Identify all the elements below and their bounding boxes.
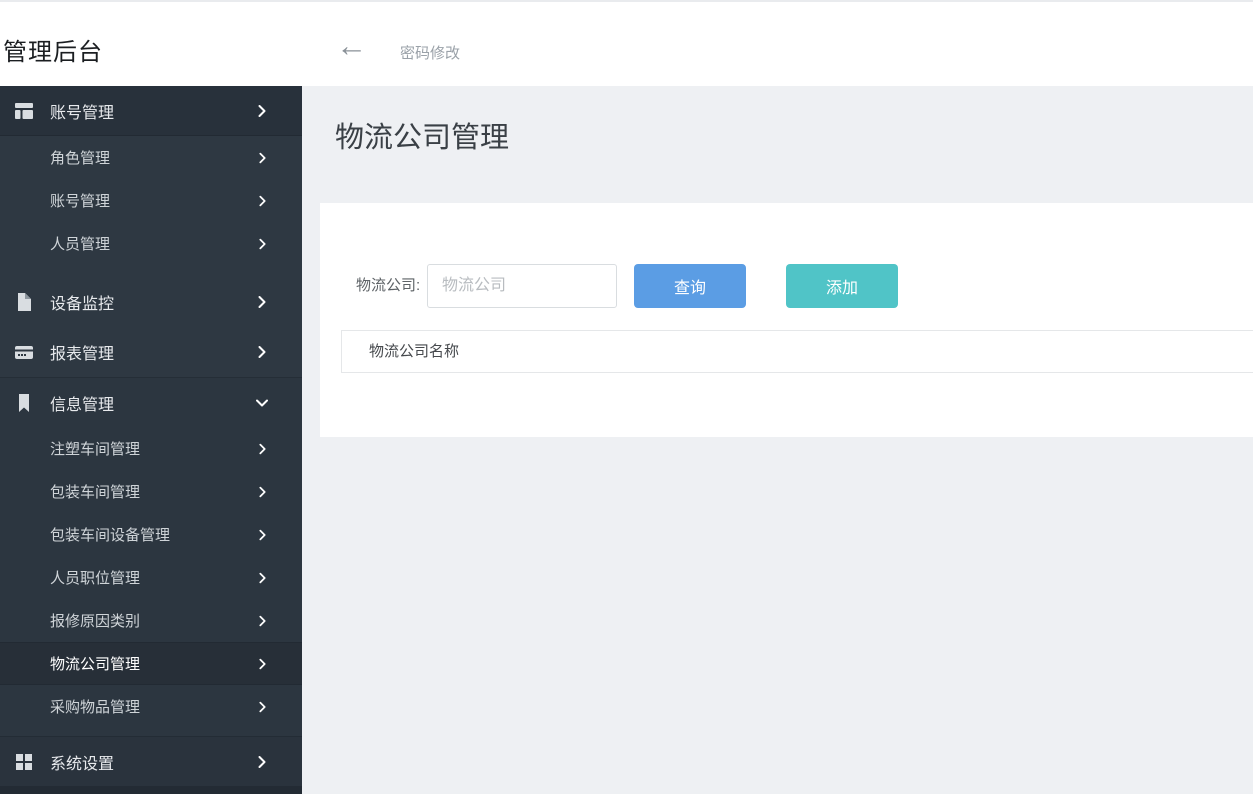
- sidebar-group-label: 系统设置: [50, 755, 115, 773]
- file-icon: [14, 292, 34, 312]
- card-icon: [14, 342, 34, 362]
- chevron-right-icon: [259, 701, 266, 712]
- submenu-account: 角色管理 账号管理 人员管理: [0, 136, 302, 277]
- table-header-company-name: 物流公司名称: [341, 330, 1253, 373]
- sidebar-group-report[interactable]: 报表管理: [0, 327, 302, 377]
- chevron-right-icon: [258, 346, 266, 358]
- sidebar-item-label: 注塑车间管理: [50, 441, 141, 458]
- chevron-right-icon: [259, 572, 266, 583]
- chevron-right-icon: [259, 238, 266, 249]
- back-arrow-icon[interactable]: ←: [336, 30, 367, 61]
- logistics-company-input[interactable]: [427, 264, 617, 308]
- sidebar-group-account[interactable]: 账号管理: [0, 86, 302, 136]
- sidebar-group-info[interactable]: 信息管理: [0, 377, 302, 427]
- sidebar-item-packing-equipment[interactable]: 包装车间设备管理: [0, 513, 302, 556]
- sidebar-group-label: 报表管理: [50, 346, 115, 363]
- submenu-info: 注塑车间管理 包装车间管理 包装车间设备管理 人员职位管理 报修原因类别 物流公…: [0, 427, 302, 736]
- topbar: 管理后台 ← 密码修改: [0, 0, 1253, 86]
- grid-icon: [14, 752, 34, 772]
- chevron-right-icon: [259, 152, 266, 163]
- sidebar-item-label: 人员职位管理: [50, 570, 141, 587]
- sidebar-item-packing-workshop[interactable]: 包装车间管理: [0, 470, 302, 513]
- chevron-right-icon: [258, 104, 266, 117]
- search-form: 物流公司: 查询 添加: [320, 264, 1253, 308]
- logistics-company-label: 物流公司:: [356, 277, 421, 294]
- bookmark-icon: [14, 393, 34, 413]
- add-button[interactable]: 添加: [786, 264, 898, 308]
- sidebar-item-label: 角色管理: [50, 150, 111, 167]
- chevron-down-icon: [256, 399, 268, 407]
- app-title: 管理后台: [3, 39, 103, 66]
- sidebar-item-injection-workshop[interactable]: 注塑车间管理: [0, 427, 302, 470]
- sidebar-item-role-mgmt[interactable]: 角色管理: [0, 136, 302, 179]
- chevron-right-icon: [259, 486, 266, 497]
- sidebar-item-logistics-company[interactable]: 物流公司管理: [0, 642, 302, 685]
- sidebar-item-label: 包装车间设备管理: [50, 527, 171, 544]
- page-title: 物流公司管理: [335, 122, 510, 154]
- sidebar-group-label: 账号管理: [50, 104, 115, 122]
- breadcrumb: 密码修改: [400, 45, 461, 62]
- sidebar-item-label: 报修原因类别: [50, 613, 141, 630]
- sidebar-item-label: 物流公司管理: [50, 656, 141, 673]
- sidebar-group-device-monitor[interactable]: 设备监控: [0, 277, 302, 327]
- sidebar-item-label: 包装车间管理: [50, 484, 141, 501]
- sidebar-group-label: 信息管理: [50, 396, 115, 414]
- sidebar-group-label: 设备监控: [50, 296, 115, 313]
- chevron-right-icon: [259, 615, 266, 626]
- sidebar-item-label: 账号管理: [50, 193, 111, 210]
- sidebar-item-account-mgmt[interactable]: 账号管理: [0, 179, 302, 222]
- main-content: 物流公司管理 物流公司: 查询 添加 物流公司名称: [302, 86, 1253, 794]
- chevron-right-icon: [258, 296, 266, 308]
- sidebar-bottom-strip: [0, 786, 302, 794]
- layout-icon: [14, 101, 34, 121]
- chevron-right-icon: [259, 658, 266, 669]
- sidebar-item-personnel-mgmt[interactable]: 人员管理: [0, 222, 302, 265]
- sidebar-item-repair-reason[interactable]: 报修原因类别: [0, 599, 302, 642]
- sidebar-item-label: 采购物品管理: [50, 699, 141, 716]
- content-card: 物流公司: 查询 添加 物流公司名称: [320, 203, 1253, 437]
- chevron-right-icon: [258, 755, 266, 768]
- sidebar-item-position-mgmt[interactable]: 人员职位管理: [0, 556, 302, 599]
- chevron-right-icon: [259, 443, 266, 454]
- query-button[interactable]: 查询: [634, 264, 746, 308]
- sidebar: 账号管理 角色管理 账号管理 人员管理 设备监控 报表管理 信息管理 注塑车间管…: [0, 86, 302, 794]
- chevron-right-icon: [259, 195, 266, 206]
- sidebar-item-label: 人员管理: [50, 236, 111, 253]
- chevron-right-icon: [259, 529, 266, 540]
- sidebar-item-purchase-items[interactable]: 采购物品管理: [0, 685, 302, 728]
- sidebar-group-system-settings[interactable]: 系统设置: [0, 736, 302, 786]
